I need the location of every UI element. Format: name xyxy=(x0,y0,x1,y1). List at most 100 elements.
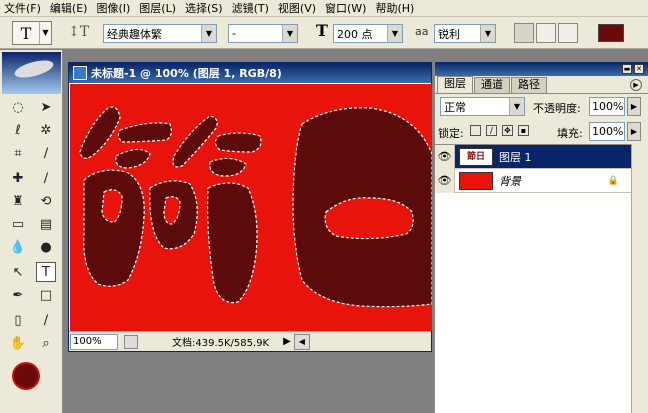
layer-list-scrollbar[interactable] xyxy=(631,144,648,413)
marquee-tool-icon[interactable]: ◌ xyxy=(8,97,28,117)
menu-edit[interactable]: 编辑(E) xyxy=(50,0,88,16)
status-menu-arrow-icon[interactable]: ▶ xyxy=(283,336,291,347)
align-center-button[interactable] xyxy=(536,23,556,43)
lock-transparency-icon[interactable] xyxy=(470,125,481,136)
path-selection-icon[interactable]: ↖ xyxy=(8,262,28,282)
tool-preset-picker[interactable]: T ▼ xyxy=(12,21,52,45)
lock-icon: 🔒 xyxy=(607,175,619,186)
tools-palette: ◌ ➤ ℓ ✲ ⌗ ∕ ✚ ∕ ♜ ⟲ ▭ ▤ 💧 ● ↖ T ✒ □ ▯ ∕ … xyxy=(0,50,63,413)
type-tool-icon[interactable]: T xyxy=(36,262,56,282)
palette-titlebar[interactable]: ▬ ✕ xyxy=(435,62,648,76)
layer-list: 👁 節日 图层 1 👁 背景 🔒 xyxy=(435,144,631,413)
chevron-down-icon: ▼ xyxy=(201,25,216,42)
hand-tool-icon[interactable]: ✋ xyxy=(8,333,28,353)
font-style-value: - xyxy=(232,27,236,40)
options-bar: T ▼ ↕T 经典趣体繁 ▼ - ▼ T 200 点 ▼ aa 锐利 ▼ xyxy=(0,17,648,49)
antialias-icon: aa xyxy=(415,25,429,38)
document-titlebar[interactable]: 未标题-1 @ 100% (图层 1, RGB/8) xyxy=(69,63,431,83)
eye-icon[interactable]: 👁 xyxy=(435,144,455,169)
eye-icon[interactable]: 👁 xyxy=(435,168,455,193)
shape-tool-icon[interactable]: □ xyxy=(36,285,56,305)
lock-position-icon[interactable]: ✥ xyxy=(502,125,513,136)
slice-tool-icon[interactable]: ∕ xyxy=(36,143,56,163)
feather-logo-icon xyxy=(12,57,56,81)
brush-tool-icon[interactable]: ∕ xyxy=(36,168,56,188)
chevron-down-icon: ▼ xyxy=(387,25,402,42)
clone-stamp-icon[interactable]: ♜ xyxy=(8,191,28,211)
gradient-tool-icon[interactable]: ▤ xyxy=(36,214,56,234)
opacity-slider-button[interactable]: ▶ xyxy=(627,97,641,116)
lasso-tool-icon[interactable]: ℓ xyxy=(8,120,28,140)
document-icon xyxy=(73,66,87,80)
text-align-group xyxy=(514,23,578,43)
text-color-swatch[interactable] xyxy=(598,24,624,42)
blend-opacity-row: 正常 ▼ 不透明度: 100% ▶ xyxy=(435,96,648,118)
menu-image[interactable]: 图像(I) xyxy=(96,0,130,16)
crop-tool-icon[interactable]: ⌗ xyxy=(8,143,28,163)
lock-label: 锁定: xyxy=(438,127,464,140)
tab-layers[interactable]: 图层 xyxy=(437,76,473,93)
lock-pixels-icon[interactable]: ∕ xyxy=(486,125,497,136)
layer-thumbnail xyxy=(459,171,493,190)
chevron-down-icon: ▼ xyxy=(509,98,524,115)
fill-input[interactable]: 100% xyxy=(589,122,625,141)
layer-row-background[interactable]: 👁 背景 🔒 xyxy=(435,168,631,193)
font-style-select[interactable]: - ▼ xyxy=(228,24,298,43)
opacity-label: 不透明度: xyxy=(533,102,581,115)
pen-tool-icon[interactable]: ✒ xyxy=(8,285,28,305)
close-icon[interactable]: ✕ xyxy=(634,64,644,74)
align-left-button[interactable] xyxy=(514,23,534,43)
zoom-field[interactable]: 100% xyxy=(70,333,118,350)
antialias-value: 锐利 xyxy=(438,27,460,41)
menu-view[interactable]: 视图(V) xyxy=(278,0,316,16)
antialias-select[interactable]: 锐利 ▼ xyxy=(434,24,496,43)
document-title: 未标题-1 @ 100% (图层 1, RGB/8) xyxy=(91,67,282,80)
scroll-left-button[interactable]: ◀ xyxy=(293,333,310,350)
text-orientation-icon[interactable]: ↕T xyxy=(68,24,89,40)
palette-menu-icon[interactable]: ▶ xyxy=(630,79,642,91)
font-family-select[interactable]: 经典趣体繁 ▼ xyxy=(103,24,217,43)
canvas[interactable] xyxy=(70,84,432,331)
eraser-tool-icon[interactable]: ▭ xyxy=(8,214,28,234)
menu-layer[interactable]: 图层(L) xyxy=(139,0,176,16)
lock-all-icon[interactable]: ▪ xyxy=(518,125,529,136)
chevron-down-icon: ▼ xyxy=(282,25,297,42)
zoom-tool-icon[interactable]: ⌕ xyxy=(36,333,56,353)
status-icon xyxy=(124,334,138,349)
menu-select[interactable]: 选择(S) xyxy=(185,0,223,16)
menu-file[interactable]: 文件(F) xyxy=(4,0,41,16)
document-window: 未标题-1 @ 100% (图层 1, RGB/8) 100% 文档:439.5… xyxy=(68,62,432,352)
magic-wand-icon[interactable]: ✲ xyxy=(36,120,56,140)
tab-channels[interactable]: 通道 xyxy=(474,77,510,93)
notes-tool-icon[interactable]: ▯ xyxy=(8,310,28,330)
opacity-input[interactable]: 100% xyxy=(589,97,625,116)
foreground-color-swatch[interactable] xyxy=(12,362,40,390)
blend-mode-select[interactable]: 正常 ▼ xyxy=(440,97,525,116)
minimize-icon[interactable]: ▬ xyxy=(622,64,632,74)
lock-options: ∕ ✥ ▪ xyxy=(470,125,529,136)
healing-brush-icon[interactable]: ✚ xyxy=(8,168,28,188)
fill-slider-button[interactable]: ▶ xyxy=(627,122,641,141)
glyph-stroke xyxy=(79,106,121,159)
menu-help[interactable]: 帮助(H) xyxy=(375,0,414,16)
font-size-select[interactable]: 200 点 ▼ xyxy=(333,24,403,43)
tab-paths[interactable]: 路径 xyxy=(511,77,547,93)
layer-row-text[interactable]: 👁 節日 图层 1 xyxy=(435,144,631,169)
align-right-button[interactable] xyxy=(558,23,578,43)
fill-label: 填充: xyxy=(557,127,583,140)
layers-palette: ▬ ✕ 图层 通道 路径 ▶ 正常 ▼ 不透明度: 100% ▶ 锁定: ∕ ✥… xyxy=(434,62,648,413)
chevron-down-icon: ▼ xyxy=(480,25,495,42)
history-brush-icon[interactable]: ⟲ xyxy=(36,191,56,211)
blur-tool-icon[interactable]: 💧 xyxy=(8,237,28,257)
palette-tabs: 图层 通道 路径 ▶ xyxy=(435,76,648,94)
document-status-bar: 100% 文档:439.5K/585.9K ▶ ◀ xyxy=(69,331,431,351)
glyph-stroke xyxy=(209,157,247,177)
dodge-tool-icon[interactable]: ● xyxy=(36,237,56,257)
eyedropper-icon[interactable]: ∕ xyxy=(36,310,56,330)
menu-filter[interactable]: 滤镜(T) xyxy=(232,0,269,16)
toolbox-header xyxy=(2,52,61,94)
menu-window[interactable]: 窗口(W) xyxy=(325,0,366,16)
move-tool-icon[interactable]: ➤ xyxy=(36,97,56,117)
font-family-value: 经典趣体繁 xyxy=(107,27,162,41)
chevron-down-icon: ▼ xyxy=(39,22,51,44)
